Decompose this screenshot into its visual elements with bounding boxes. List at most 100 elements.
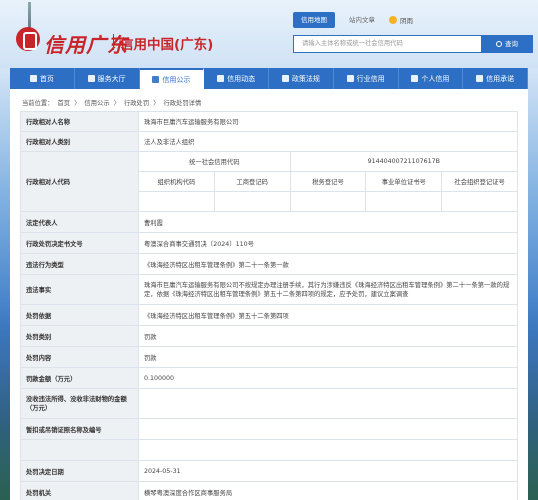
- site-header: 信用广东 信用中国(广东) 信用地图 站内文章 阴雨 请输入主体名称或统一社会信…: [0, 0, 538, 68]
- weather-widget: 阴雨: [389, 15, 413, 25]
- field-value: 0.100000: [138, 367, 518, 389]
- logo-text: 信用中国(广东): [120, 37, 214, 53]
- news-icon: [217, 75, 225, 82]
- nav-label: 首页: [39, 74, 54, 83]
- field-value: 罚款: [138, 325, 518, 347]
- home-icon: [29, 75, 37, 82]
- field-value: 2024-05-31: [138, 460, 518, 482]
- table-row: 行政相对人名称 珠海市巨庸汽车运输服务有限公司: [20, 111, 518, 132]
- field-label: 处罚依据: [20, 304, 139, 326]
- field-value: 横琴粤澳深度合作区商事服务局: [138, 481, 518, 500]
- credit-logo-icon: [16, 27, 40, 51]
- table-row: 违法事实 珠海市巨庸汽车运输服务有限公司不按规定办理注册手续，其行为涉嫌违反《珠…: [20, 274, 518, 305]
- logo-divider: [113, 34, 114, 50]
- building-icon: [346, 75, 354, 82]
- field-label: 行政相对人代码: [20, 151, 139, 212]
- table-row: [20, 439, 518, 461]
- field-value: 《珠海经济特区出租车管理条例》第二十一条第一款: [138, 253, 518, 275]
- table-row: 行政相对人代码 统一社会信用代码 91440400721107617B: [20, 151, 519, 212]
- weather-icon: [389, 16, 397, 24]
- breadcrumb-separator: 〉: [113, 100, 120, 107]
- field-value: 粤澳深合商事交通罚决〔2024〕110号: [138, 232, 518, 254]
- field-label: 行政相对人类别: [20, 131, 139, 152]
- field-value: 罚款: [138, 346, 518, 368]
- table-row: 处罚内容 罚款: [20, 346, 518, 368]
- nav-credit-publicity[interactable]: 信用公示: [139, 68, 205, 89]
- field-label: 罚款金额（万元）: [20, 367, 139, 389]
- table-row: 处罚类别 罚款: [20, 325, 518, 347]
- nav-policy[interactable]: 政策法规: [269, 68, 334, 89]
- person-icon: [411, 75, 419, 82]
- code-header: 工商登记码: [213, 171, 291, 192]
- grid-icon: [87, 75, 95, 82]
- code-header: 社会组织登记证号: [441, 171, 518, 192]
- nav-credit-news[interactable]: 信用动态: [204, 68, 269, 89]
- breadcrumb-penalty[interactable]: 行政处罚: [124, 100, 149, 107]
- table-row: 法定代表人 曹利霞: [20, 211, 518, 233]
- search-icon: [496, 41, 502, 47]
- nav-personal-credit[interactable]: 个人信用: [399, 68, 464, 89]
- book-icon: [281, 75, 289, 82]
- penalty-detail-table: 行政相对人名称 珠海市巨庸汽车运输服务有限公司 行政相对人类别 法人及非法人组织…: [20, 111, 519, 500]
- code-cell: [365, 191, 443, 212]
- field-label: 处罚决定日期: [20, 460, 139, 482]
- field-value: 法人及非法人组织: [138, 131, 518, 152]
- table-row: 暂扣或吊销证照名称及编号: [20, 418, 518, 440]
- table-row: 行政处罚决定书文号 粤澳深合商事交通罚决〔2024〕110号: [20, 232, 518, 254]
- table-row: 罚款金额（万元） 0.100000: [20, 367, 518, 389]
- field-label: 行政相对人名称: [20, 111, 139, 132]
- handshake-icon: [476, 75, 484, 82]
- breadcrumb-home[interactable]: 首页: [58, 100, 71, 107]
- field-label: 没收违法所得、没收非法财物的金额（万元）: [20, 388, 139, 419]
- field-label: 处罚内容: [20, 346, 139, 368]
- main-nav: 首页 服务大厅 信用公示 信用动态 政策法规 行业信用 个人信用 信用承诺: [10, 68, 528, 89]
- document-icon: [152, 76, 160, 83]
- table-row: 违法行为类型 《珠海经济特区出租车管理条例》第二十一条第一款: [20, 253, 518, 275]
- field-label: 违法行为类型: [20, 253, 139, 275]
- nav-service-hall[interactable]: 服务大厅: [75, 68, 140, 89]
- breadcrumb-separator: 〉: [74, 100, 81, 107]
- search-input[interactable]: 请输入主体名称或统一社会信用代码: [293, 35, 481, 53]
- nav-industry-credit[interactable]: 行业信用: [334, 68, 399, 89]
- field-value: [138, 439, 518, 461]
- nav-label: 服务大厅: [97, 74, 126, 83]
- breadcrumb-current: 行政处罚详情: [163, 100, 202, 107]
- nav-label: 信用公示: [162, 75, 191, 84]
- field-value: 《珠海经济特区出租车管理条例》第五十二条第四项: [138, 304, 518, 326]
- nav-label: 个人信用: [421, 74, 450, 83]
- breadcrumb: 当前位置： 首页 〉 信用公示 〉 行政处罚 〉 行政处罚详情: [22, 98, 203, 107]
- table-row: 行政相对人类别 法人及非法人组织: [20, 131, 518, 152]
- code-header: 事业单位证书号: [365, 171, 443, 192]
- breadcrumb-prefix: 当前位置：: [22, 100, 54, 107]
- field-label: 违法事实: [20, 274, 139, 305]
- code-cell: [213, 191, 291, 212]
- code-cell: [441, 191, 518, 212]
- code-header: 税务登记号: [289, 171, 367, 192]
- code-header: 组织机构代码: [138, 171, 215, 192]
- breadcrumb-credit-publicity[interactable]: 信用公示: [84, 100, 109, 107]
- field-label: 暂扣或吊销证照名称及编号: [20, 418, 139, 440]
- field-label: 处罚类别: [20, 325, 139, 347]
- code-header: 统一社会信用代码: [138, 151, 291, 172]
- canton-tower-graphic: [28, 2, 31, 30]
- field-label: 法定代表人: [20, 211, 139, 233]
- code-cell: [289, 191, 367, 212]
- code-value: 91440400721107617B: [289, 151, 519, 172]
- weather-text: 阴雨: [400, 17, 413, 25]
- table-row: 处罚依据 《珠海经济特区出租车管理条例》第五十二条第四项: [20, 304, 518, 326]
- field-value: 曹利霞: [138, 211, 518, 233]
- search-button[interactable]: 查询: [481, 35, 533, 53]
- top-links: 信用地图 站内文章 阴雨: [293, 11, 413, 29]
- field-label: [20, 439, 139, 461]
- nav-home[interactable]: 首页: [10, 68, 75, 89]
- nav-credit-commitment[interactable]: 信用承诺: [463, 68, 528, 89]
- nav-label: 政策法规: [291, 74, 320, 83]
- credit-map-link[interactable]: 信用地图: [293, 12, 335, 28]
- nav-label: 信用动态: [227, 74, 256, 83]
- field-label: 行政处罚决定书文号: [20, 232, 139, 254]
- field-value: 珠海市巨庸汽车运输服务有限公司不按规定办理注册手续，其行为涉嫌违反《珠海经济特区…: [138, 274, 518, 305]
- code-cell: [138, 191, 215, 212]
- site-articles-link[interactable]: 站内文章: [341, 12, 383, 28]
- logo-script: 信用广东: [44, 33, 128, 57]
- table-row: 处罚决定日期 2024-05-31: [20, 460, 518, 482]
